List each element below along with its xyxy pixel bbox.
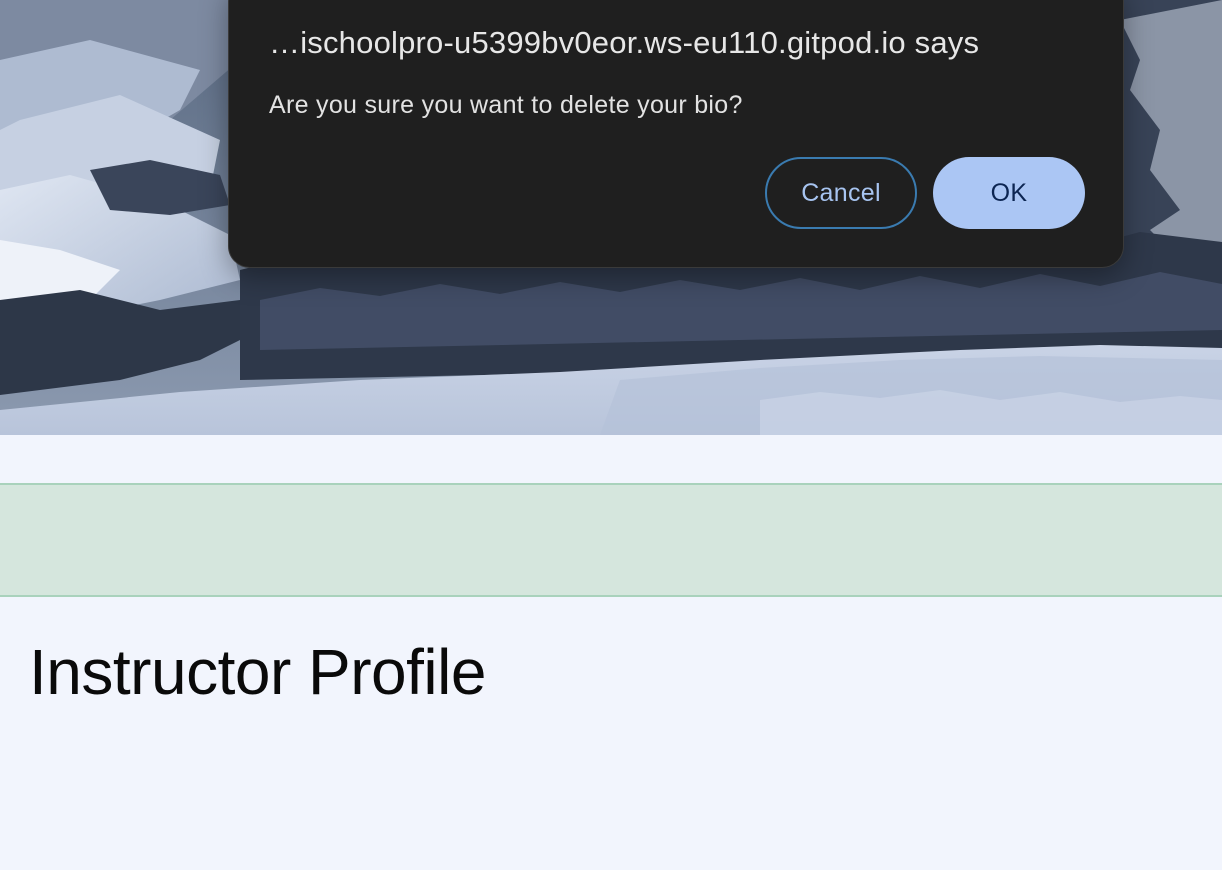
alert-banner [0,483,1222,597]
dialog-message: Are you sure you want to delete your bio… [269,91,743,119]
confirm-dialog: …ischoolpro-u5399bv0eor.ws-eu110.gitpod.… [228,0,1124,268]
cancel-button[interactable]: Cancel [765,157,917,229]
page: Instructor Profile …ischoolpro-u5399bv0e… [0,0,1222,870]
dialog-title: …ischoolpro-u5399bv0eor.ws-eu110.gitpod.… [269,25,980,60]
page-title: Instructor Profile [29,636,486,708]
ok-button[interactable]: OK [933,157,1085,229]
